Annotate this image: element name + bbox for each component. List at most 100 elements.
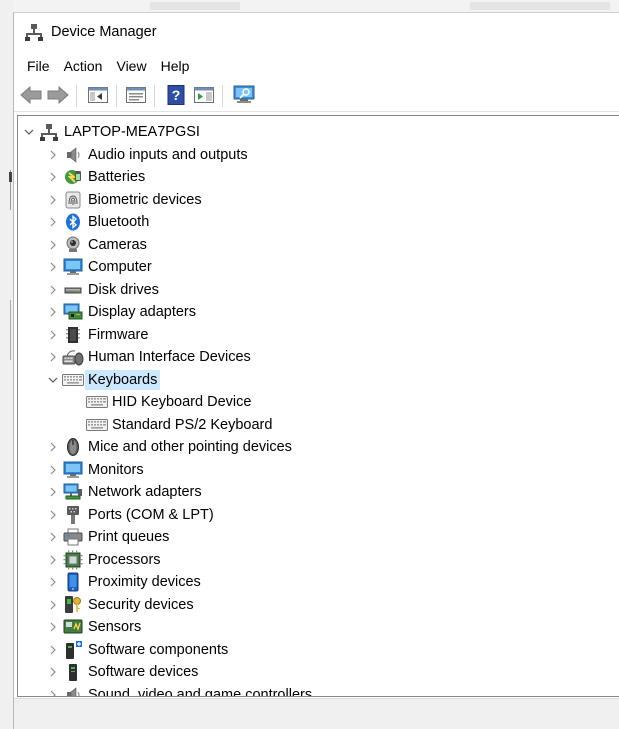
chevron-down-icon[interactable] <box>22 121 36 143</box>
computer-network-icon <box>38 121 60 143</box>
chevron-down-icon[interactable] <box>46 369 60 391</box>
chevron-right-icon[interactable] <box>46 436 60 458</box>
tree-node-label: Disk drives <box>88 281 159 298</box>
tree-node-label: Print queues <box>88 529 170 545</box>
device-tree[interactable]: LAPTOP-MEA7PGSI Audio inputs and outputs B… <box>17 115 619 697</box>
tree-node-label: Sensors <box>88 619 142 635</box>
chevron-right-icon[interactable] <box>46 504 60 526</box>
tree-node-label: Mice and other pointing devices <box>88 439 292 455</box>
tree-category-network-adapters[interactable]: Network adapters <box>46 481 205 503</box>
tree-category-cameras[interactable]: Cameras <box>46 234 150 256</box>
chevron-right-icon[interactable] <box>46 526 60 548</box>
chevron-right-icon[interactable] <box>46 639 60 661</box>
chevron-right-icon[interactable] <box>46 234 60 256</box>
tree-category-computer[interactable]: Computer <box>46 256 155 278</box>
arrow-left-icon <box>20 85 42 107</box>
background-divider <box>10 300 11 360</box>
action-pane-button[interactable] <box>192 85 216 107</box>
port-icon <box>62 504 84 526</box>
background-window-left <box>0 0 13 729</box>
tree-category-sensors[interactable]: Sensors <box>46 616 144 638</box>
chevron-right-icon[interactable] <box>46 571 60 593</box>
chevron-right-icon[interactable] <box>46 549 60 571</box>
tree-node-label: Sound, video and game controllers <box>88 686 313 697</box>
tree-node-label: Proximity devices <box>88 574 201 590</box>
tree-category-bluetooth[interactable]: Bluetooth <box>46 211 152 233</box>
tree-node-label: Biometric devices <box>88 191 202 208</box>
background-tab <box>470 2 610 10</box>
console-tree-icon <box>88 86 108 107</box>
tree-node-label: Keyboards <box>85 369 161 390</box>
menu-action[interactable]: Action <box>57 54 110 78</box>
tree-category-biometric-devices[interactable]: Biometric devices <box>46 189 205 211</box>
chevron-right-icon[interactable] <box>46 256 60 278</box>
chevron-right-icon[interactable] <box>46 324 60 346</box>
tree-device-hid-keyboard-device[interactable]: HID Keyboard Device <box>70 391 254 413</box>
chevron-right-icon[interactable] <box>46 166 60 188</box>
tree-category-firmware[interactable]: Firmware <box>46 324 151 346</box>
chevron-right-icon[interactable] <box>46 661 60 683</box>
chevron-right-icon[interactable] <box>46 301 60 323</box>
title-bar[interactable]: Device Manager <box>14 13 619 53</box>
help-button[interactable]: ? <box>164 84 188 107</box>
forward-button[interactable] <box>46 85 70 107</box>
menu-view[interactable]: View <box>109 54 153 78</box>
toolbar-separator <box>222 85 223 107</box>
mouse-icon <box>62 436 84 458</box>
tree-category-monitors[interactable]: Monitors <box>46 459 147 481</box>
toolbar-separator <box>154 85 155 107</box>
tree-device-standard-ps-2-keyboard[interactable]: Standard PS/2 Keyboard <box>70 414 275 436</box>
tree-category-batteries[interactable]: Batteries <box>46 166 148 188</box>
disk-drive-icon <box>62 279 84 301</box>
battery-icon <box>62 166 84 188</box>
tree-category-human-interface-devices[interactable]: Human Interface Devices <box>46 346 254 368</box>
show-hide-console-tree-button[interactable] <box>86 85 110 107</box>
chevron-right-icon[interactable] <box>46 459 60 481</box>
chevron-right-icon[interactable] <box>46 279 60 301</box>
tree-node-label: Audio inputs and outputs <box>88 146 248 163</box>
tree-category-disk-drives[interactable]: Disk drives <box>46 279 162 301</box>
tree-category-proximity-devices[interactable]: Proximity devices <box>46 571 204 593</box>
chip-icon <box>62 324 84 346</box>
chevron-right-icon[interactable] <box>46 481 60 503</box>
action-pane-icon <box>194 86 214 107</box>
tree-category-software-devices[interactable]: Software devices <box>46 661 201 683</box>
printer-icon <box>62 526 84 548</box>
tree-category-keyboards[interactable]: Keyboards <box>46 369 161 391</box>
tree-category-mice-and-other-pointing-devices[interactable]: Mice and other pointing devices <box>46 436 295 458</box>
chevron-right-icon[interactable] <box>46 144 60 166</box>
properties-button[interactable] <box>124 85 148 107</box>
menu-file[interactable]: File <box>14 54 57 78</box>
chevron-right-icon[interactable] <box>46 189 60 211</box>
background-mark <box>9 172 12 182</box>
tree-category-audio-inputs-and-outputs[interactable]: Audio inputs and outputs <box>46 144 251 166</box>
tree-node-label: Computer <box>88 259 152 275</box>
tree-category-software-components[interactable]: Software components <box>46 639 231 661</box>
device-manager-window: Device Manager File Action View Help ? L… <box>13 12 619 729</box>
speaker-icon <box>62 144 84 166</box>
tree-category-processors[interactable]: Processors <box>46 549 164 571</box>
tree-category-display-adapters[interactable]: Display adapters <box>46 301 199 323</box>
chevron-right-icon[interactable] <box>46 346 60 368</box>
tree-node-label: Firmware <box>88 326 149 343</box>
tree-category-ports-com-lpt[interactable]: Ports (COM & LPT) <box>46 504 217 526</box>
camera-icon <box>62 234 84 256</box>
chevron-right-icon[interactable] <box>46 594 60 616</box>
scan-hardware-button[interactable] <box>232 85 256 107</box>
tree-node-label: Monitors <box>88 461 144 478</box>
chevron-right-icon[interactable] <box>46 684 60 696</box>
tree-category-print-queues[interactable]: Print queues <box>46 526 172 548</box>
back-button[interactable] <box>19 85 43 107</box>
processor-icon <box>62 549 84 571</box>
chevron-right-icon[interactable] <box>46 616 60 638</box>
window-title: Device Manager <box>51 24 157 40</box>
tree-root-node[interactable]: LAPTOP-MEA7PGSI <box>22 121 203 143</box>
svg-text:?: ? <box>172 87 181 103</box>
tree-category-sound-video-and-game-controllers[interactable]: Sound, video and game controllers <box>46 684 315 697</box>
menu-help[interactable]: Help <box>154 54 197 78</box>
chevron-right-icon[interactable] <box>46 211 60 233</box>
tree-node-label: Ports (COM & LPT) <box>88 506 214 523</box>
software-device-icon <box>62 661 84 683</box>
tree-category-security-devices[interactable]: Security devices <box>46 594 197 616</box>
